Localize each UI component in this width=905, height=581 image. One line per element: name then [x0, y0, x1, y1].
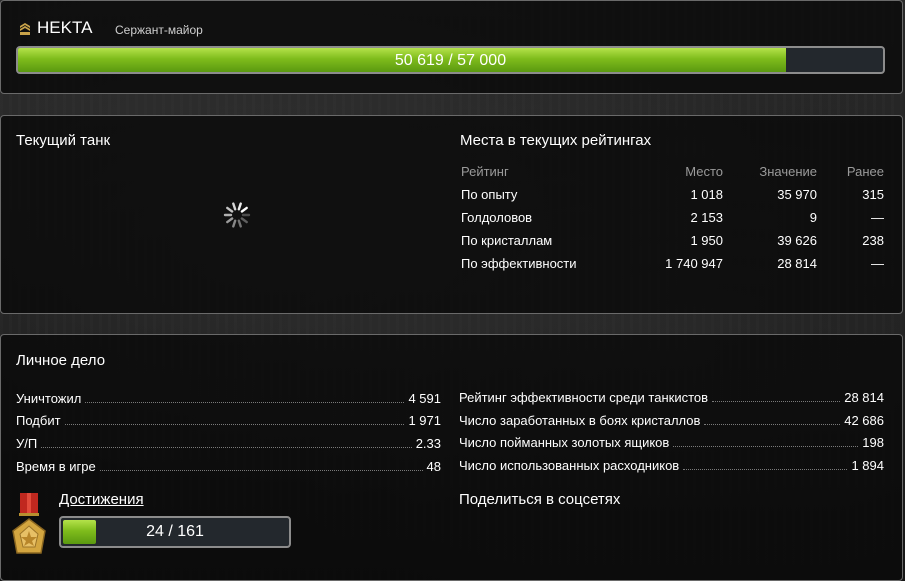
- rating-name: По кристаллам: [461, 233, 553, 248]
- dotted-leader: [99, 470, 423, 471]
- stat-value: 4 591: [408, 391, 441, 406]
- stat-row-kd: У/П 2.33: [16, 435, 441, 451]
- ratings-col-place: Место: [685, 164, 723, 179]
- stat-value: 1 971: [408, 413, 441, 428]
- stat-value: 48: [426, 459, 441, 474]
- rating-place: 1 950: [690, 233, 723, 248]
- stat-row-playtime: Время в игре 48: [16, 458, 441, 474]
- dotted-leader: [683, 469, 848, 470]
- rating-name: По опыту: [461, 187, 518, 202]
- stat-label: Число пойманных золотых ящиков: [459, 435, 670, 450]
- spinner-spoke: [237, 219, 242, 228]
- dotted-leader: [64, 424, 405, 425]
- dotted-leader: [85, 402, 405, 403]
- stat-label: Время в игре: [16, 459, 96, 474]
- stat-value: 28 814: [844, 390, 884, 405]
- stat-label: Рейтинг эффективности среди танкистов: [459, 390, 709, 405]
- spinner-spoke: [240, 217, 248, 224]
- stat-row-gold-boxes: Число пойманных золотых ящиков 198: [459, 434, 884, 450]
- spinner-spoke: [226, 217, 234, 224]
- rating-value: 35 970: [777, 187, 817, 202]
- stat-row-supplies-used: Число использованных расходников 1 894: [459, 457, 884, 473]
- loading-spinner-icon: [223, 202, 251, 228]
- spinner-spoke: [226, 206, 234, 213]
- stat-row-efficiency-rating: Рейтинг эффективности среди танкистов 28…: [459, 389, 884, 405]
- stat-label: Число заработанных в боях кристаллов: [459, 413, 701, 428]
- stat-label: У/П: [16, 436, 38, 451]
- player-nickname: HEKTA: [37, 18, 93, 37]
- dotted-leader: [704, 424, 841, 425]
- share-title: Поделиться в соцсетях: [459, 491, 621, 508]
- xp-progress-bar: 50 619 / 57 000: [16, 46, 885, 74]
- rating-place: 2 153: [690, 210, 723, 225]
- dotted-leader: [712, 401, 841, 402]
- stat-label: Число использованных расходников: [459, 458, 680, 473]
- rating-before: 315: [862, 187, 884, 202]
- achievements-progress-text: 24 / 161: [146, 523, 204, 540]
- tank-and-ratings-panel: Текущий танк Места в текущих рейтингах Р…: [0, 115, 903, 314]
- rating-place: 1 018: [690, 187, 723, 202]
- rating-before: —: [871, 210, 884, 225]
- dotted-leader: [673, 446, 859, 447]
- rating-value: 39 626: [777, 233, 817, 248]
- spinner-spoke: [232, 202, 237, 211]
- stat-label: Подбит: [16, 413, 61, 428]
- personal-file-title: Личное дело: [16, 352, 106, 369]
- rating-value: 9: [809, 210, 817, 225]
- spinner-spoke: [232, 219, 237, 228]
- profile-header-panel: HEKTA Сержант-майор 50 619 / 57 000: [0, 0, 903, 94]
- rating-value: 28 814: [777, 256, 817, 271]
- stat-row-killed: Подбит 1 971: [16, 412, 441, 428]
- stat-row-destroyed: Уничтожил 4 591: [16, 390, 441, 406]
- achievements-link[interactable]: Достижения: [59, 491, 144, 508]
- stat-row-crystals-earned: Число заработанных в боях кристаллов 42 …: [459, 412, 884, 428]
- rating-before: 238: [862, 233, 884, 248]
- spinner-spoke: [240, 206, 248, 213]
- medal-icon: [12, 493, 46, 554]
- ratings-title: Места в текущих рейтингах: [460, 132, 652, 149]
- rating-name: Голдоловов: [461, 210, 533, 225]
- stat-label: Уничтожил: [16, 391, 82, 406]
- dotted-leader: [41, 447, 412, 448]
- stat-value: 1 894: [851, 458, 884, 473]
- stat-value: 42 686: [844, 413, 884, 428]
- rating-name: По эффективности: [461, 256, 577, 271]
- ratings-col-value: Значение: [759, 164, 817, 179]
- xp-progress-text: 50 619 / 57 000: [394, 52, 507, 69]
- stat-value: 198: [862, 435, 884, 450]
- rating-place: 1 740 947: [665, 256, 723, 271]
- current-tank-title: Текущий танк: [16, 132, 111, 149]
- spinner-spoke: [237, 202, 242, 211]
- achievements-progress-bar: 24 / 161: [59, 516, 291, 548]
- rating-before: —: [871, 256, 884, 271]
- stat-value: 2.33: [415, 436, 441, 451]
- ratings-col-before: Ранее: [846, 164, 884, 179]
- player-rank: Сержант-майор: [115, 23, 203, 37]
- ratings-col-name: Рейтинг: [461, 164, 509, 179]
- rank-chevron-icon: [20, 23, 30, 35]
